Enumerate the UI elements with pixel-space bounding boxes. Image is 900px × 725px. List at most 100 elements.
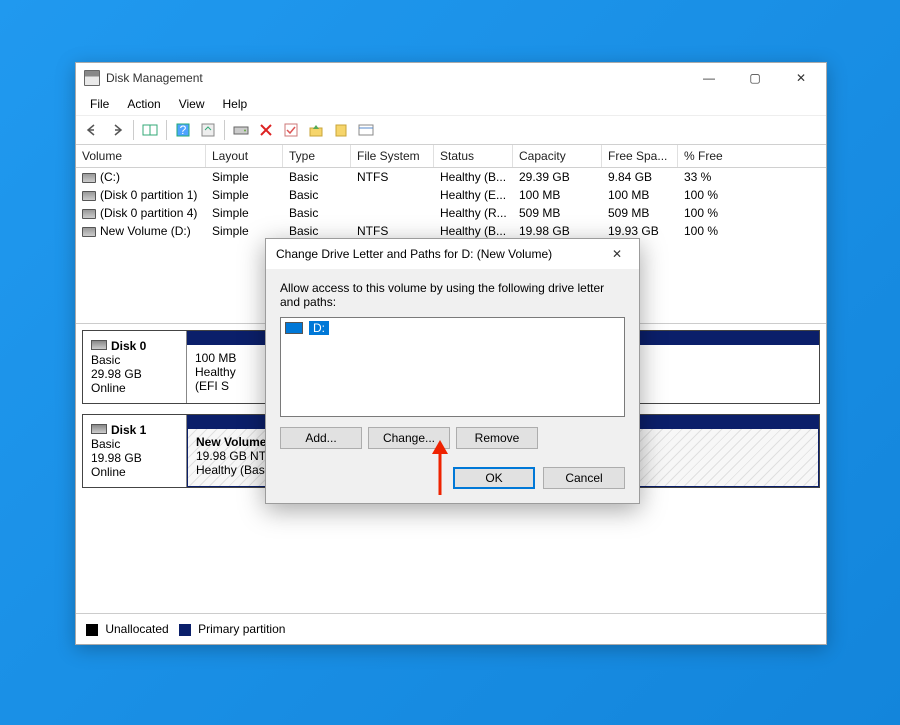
cell-capacity: 100 MB: [513, 187, 602, 203]
col-volume[interactable]: Volume: [76, 145, 206, 167]
legend: Unallocated Primary partition: [76, 613, 826, 644]
volume-icon: [82, 227, 96, 237]
toolbar: ?: [76, 116, 826, 145]
help-icon[interactable]: ?: [172, 119, 194, 141]
cancel-button[interactable]: Cancel: [543, 467, 625, 489]
cell-pct: 100 %: [678, 223, 740, 239]
minimize-button[interactable]: —: [686, 63, 732, 93]
cell-volume: (Disk 0 partition 4): [100, 206, 197, 220]
cell-layout: Simple: [206, 223, 283, 239]
disk-size: 29.98 GB: [91, 367, 142, 381]
cell-layout: Simple: [206, 169, 283, 185]
disk-info[interactable]: Disk 0Basic29.98 GBOnline: [83, 331, 187, 403]
disk-state: Online: [91, 381, 126, 395]
change-button[interactable]: Change...: [368, 427, 450, 449]
disk-icon: [91, 424, 107, 434]
col-filesystem[interactable]: File System: [351, 145, 434, 167]
paste-icon[interactable]: [330, 119, 352, 141]
cell-pct: 100 %: [678, 187, 740, 203]
partition-size: 100 MB: [195, 351, 259, 365]
list-item-label: D:: [309, 321, 329, 335]
cell-layout: Simple: [206, 187, 283, 203]
dialog-title: Change Drive Letter and Paths for D: (Ne…: [276, 247, 597, 261]
delete-icon[interactable]: [255, 119, 277, 141]
legend-primary-label: Primary partition: [198, 622, 285, 636]
col-layout[interactable]: Layout: [206, 145, 283, 167]
dialog-titlebar[interactable]: Change Drive Letter and Paths for D: (Ne…: [266, 239, 639, 269]
disk-type: Basic: [91, 437, 120, 451]
titlebar[interactable]: Disk Management — ▢ ✕: [76, 63, 826, 93]
up-folder-icon[interactable]: [305, 119, 327, 141]
col-status[interactable]: Status: [434, 145, 513, 167]
disk-info[interactable]: Disk 1Basic19.98 GBOnline: [83, 415, 187, 487]
ok-button[interactable]: OK: [453, 467, 535, 489]
volume-icon: [82, 209, 96, 219]
disk-state: Online: [91, 465, 126, 479]
drive-paths-listbox[interactable]: D:: [280, 317, 625, 417]
cell-capacity: 509 MB: [513, 205, 602, 221]
cell-volume: (C:): [100, 170, 120, 184]
change-drive-letter-dialog: Change Drive Letter and Paths for D: (Ne…: [265, 238, 640, 504]
cell-status: Healthy (B...: [434, 223, 513, 239]
cell-type: Basic: [283, 187, 351, 203]
table-row[interactable]: (C:) SimpleBasicNTFSHealthy (B...29.39 GB…: [76, 168, 826, 186]
cell-type: Basic: [283, 205, 351, 221]
menu-action[interactable]: Action: [119, 95, 168, 113]
cell-free: 9.84 GB: [602, 169, 678, 185]
cell-status: Healthy (B...: [434, 169, 513, 185]
cell-fs: NTFS: [351, 223, 434, 239]
cell-pct: 33 %: [678, 169, 740, 185]
cell-capacity: 19.98 GB: [513, 223, 602, 239]
col-type[interactable]: Type: [283, 145, 351, 167]
cell-type: Basic: [283, 223, 351, 239]
disk-icon: [91, 340, 107, 350]
cell-fs: NTFS: [351, 169, 434, 185]
check-icon[interactable]: [280, 119, 302, 141]
table-row[interactable]: (Disk 0 partition 1) SimpleBasic Healthy (…: [76, 186, 826, 204]
drive-icon: [285, 322, 303, 334]
col-free[interactable]: Free Spa...: [602, 145, 678, 167]
menu-help[interactable]: Help: [215, 95, 256, 113]
properties-icon[interactable]: [355, 119, 377, 141]
dialog-description: Allow access to this volume by using the…: [280, 281, 625, 309]
cell-capacity: 29.39 GB: [513, 169, 602, 185]
remove-button[interactable]: Remove: [456, 427, 538, 449]
dialog-close-button[interactable]: ✕: [597, 240, 637, 268]
cell-fs: [351, 194, 434, 196]
cell-layout: Simple: [206, 205, 283, 221]
disk-size: 19.98 GB: [91, 451, 142, 465]
menu-file[interactable]: File: [82, 95, 117, 113]
volume-icon: [82, 173, 96, 183]
cell-free: 19.93 GB: [602, 223, 678, 239]
cell-status: Healthy (R...: [434, 205, 513, 221]
cell-status: Healthy (E...: [434, 187, 513, 203]
maximize-button[interactable]: ▢: [732, 63, 778, 93]
refresh-icon[interactable]: [197, 119, 219, 141]
cell-fs: [351, 212, 434, 214]
col-capacity[interactable]: Capacity: [513, 145, 602, 167]
legend-unallocated-swatch: [86, 624, 98, 636]
disk-name: Disk 0: [111, 339, 146, 353]
add-button[interactable]: Add...: [280, 427, 362, 449]
forward-icon[interactable]: [106, 119, 128, 141]
disk-name: Disk 1: [111, 423, 146, 437]
volume-icon: [82, 191, 96, 201]
partition[interactable]: 100 MBHealthy (EFI S: [187, 345, 267, 403]
app-icon: [84, 70, 100, 86]
back-icon[interactable]: [81, 119, 103, 141]
menu-view[interactable]: View: [171, 95, 213, 113]
window-title: Disk Management: [106, 71, 686, 85]
menubar: File Action View Help: [76, 93, 826, 116]
legend-unallocated-label: Unallocated: [105, 622, 168, 636]
cell-type: Basic: [283, 169, 351, 185]
close-button[interactable]: ✕: [778, 63, 824, 93]
cell-free: 509 MB: [602, 205, 678, 221]
legend-primary-swatch: [179, 624, 191, 636]
cell-volume: (Disk 0 partition 1): [100, 188, 197, 202]
disk-icon[interactable]: [230, 119, 252, 141]
disk-type: Basic: [91, 353, 120, 367]
list-item[interactable]: D:: [283, 320, 622, 336]
col-pctfree[interactable]: % Free: [678, 145, 826, 167]
table-row[interactable]: (Disk 0 partition 4) SimpleBasic Healthy (…: [76, 204, 826, 222]
view-toggle-icon[interactable]: [139, 119, 161, 141]
